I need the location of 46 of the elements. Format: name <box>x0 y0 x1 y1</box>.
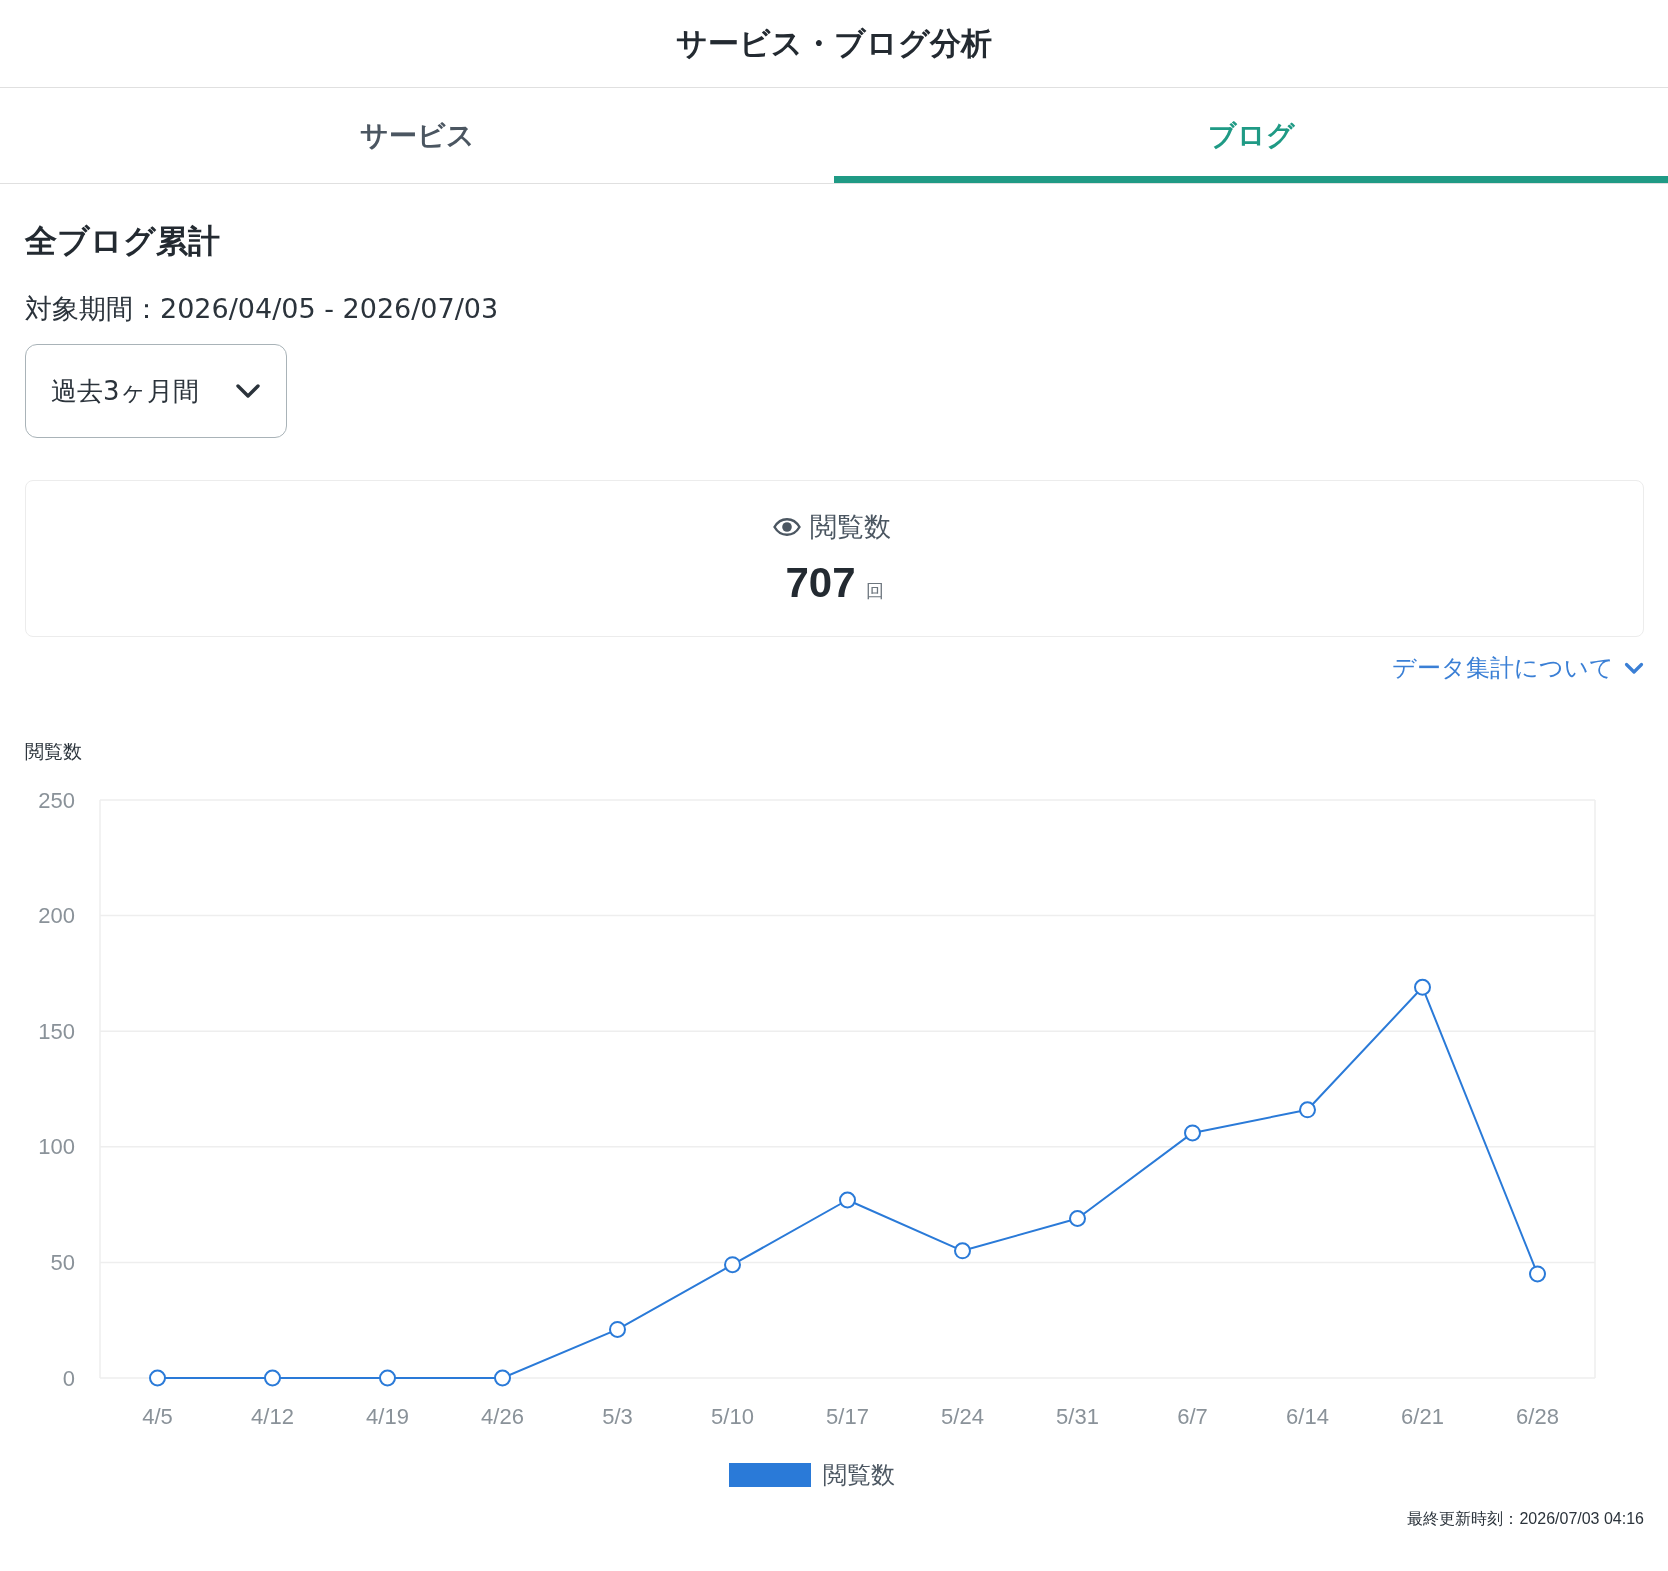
eye-icon <box>772 518 801 536</box>
data-point <box>494 1369 511 1387</box>
data-point <box>1414 978 1431 996</box>
period-text: 対象期間：2026/04/05 - 2026/07/03 <box>25 292 499 326</box>
data-point <box>149 1369 166 1387</box>
y-axis-label: 0 <box>62 1365 75 1391</box>
data-point <box>1184 1124 1201 1142</box>
section-title: 全ブログ累計 <box>25 222 220 261</box>
stat-unit: 回 <box>865 580 884 603</box>
y-axis-title: 閲覧数 <box>25 740 82 764</box>
about-data-link[interactable]: データ集計について <box>1392 652 1644 684</box>
data-point <box>379 1369 396 1387</box>
data-point <box>1299 1101 1316 1119</box>
stat-label: 閲覧数 <box>809 511 891 544</box>
data-point <box>724 1256 741 1274</box>
y-axis-label: 250 <box>38 787 75 813</box>
x-axis-label: 6/28 <box>1516 1403 1559 1429</box>
x-axis-label: 4/12 <box>251 1403 294 1429</box>
data-point <box>264 1369 281 1387</box>
x-axis-label: 5/24 <box>941 1403 984 1429</box>
x-axis-label: 6/7 <box>1177 1403 1208 1429</box>
x-axis-label: 4/19 <box>366 1403 409 1429</box>
data-point <box>839 1191 856 1209</box>
data-point <box>954 1242 971 1260</box>
x-axis-label: 5/3 <box>602 1403 633 1429</box>
x-axis-label: 5/17 <box>826 1403 869 1429</box>
x-axis-label: 6/14 <box>1286 1403 1329 1429</box>
last-updated-text: 最終更新時刻：2026/07/03 04:16 <box>1407 1509 1644 1529</box>
stat-value: 707 <box>785 559 856 607</box>
y-axis-label: 150 <box>38 1018 75 1044</box>
legend-label: 閲覧数 <box>822 1460 895 1490</box>
data-point <box>1529 1265 1546 1283</box>
x-axis-label: 6/21 <box>1401 1403 1444 1429</box>
y-axis-label: 50 <box>50 1249 75 1275</box>
x-axis-label: 5/31 <box>1056 1403 1099 1429</box>
range-dropdown[interactable]: 過去3ヶ月間 <box>25 344 287 438</box>
chevron-down-icon <box>236 383 260 399</box>
chevron-down-icon <box>1624 661 1644 675</box>
y-axis-label: 100 <box>38 1134 75 1160</box>
page-title: サービス・ブログ分析 <box>676 24 992 63</box>
data-point <box>1069 1209 1086 1227</box>
x-axis-label: 4/5 <box>142 1403 173 1429</box>
y-axis-label: 200 <box>38 903 75 929</box>
x-axis-label: 4/26 <box>481 1403 524 1429</box>
data-point <box>609 1320 626 1338</box>
x-axis-label: 5/10 <box>711 1403 754 1429</box>
